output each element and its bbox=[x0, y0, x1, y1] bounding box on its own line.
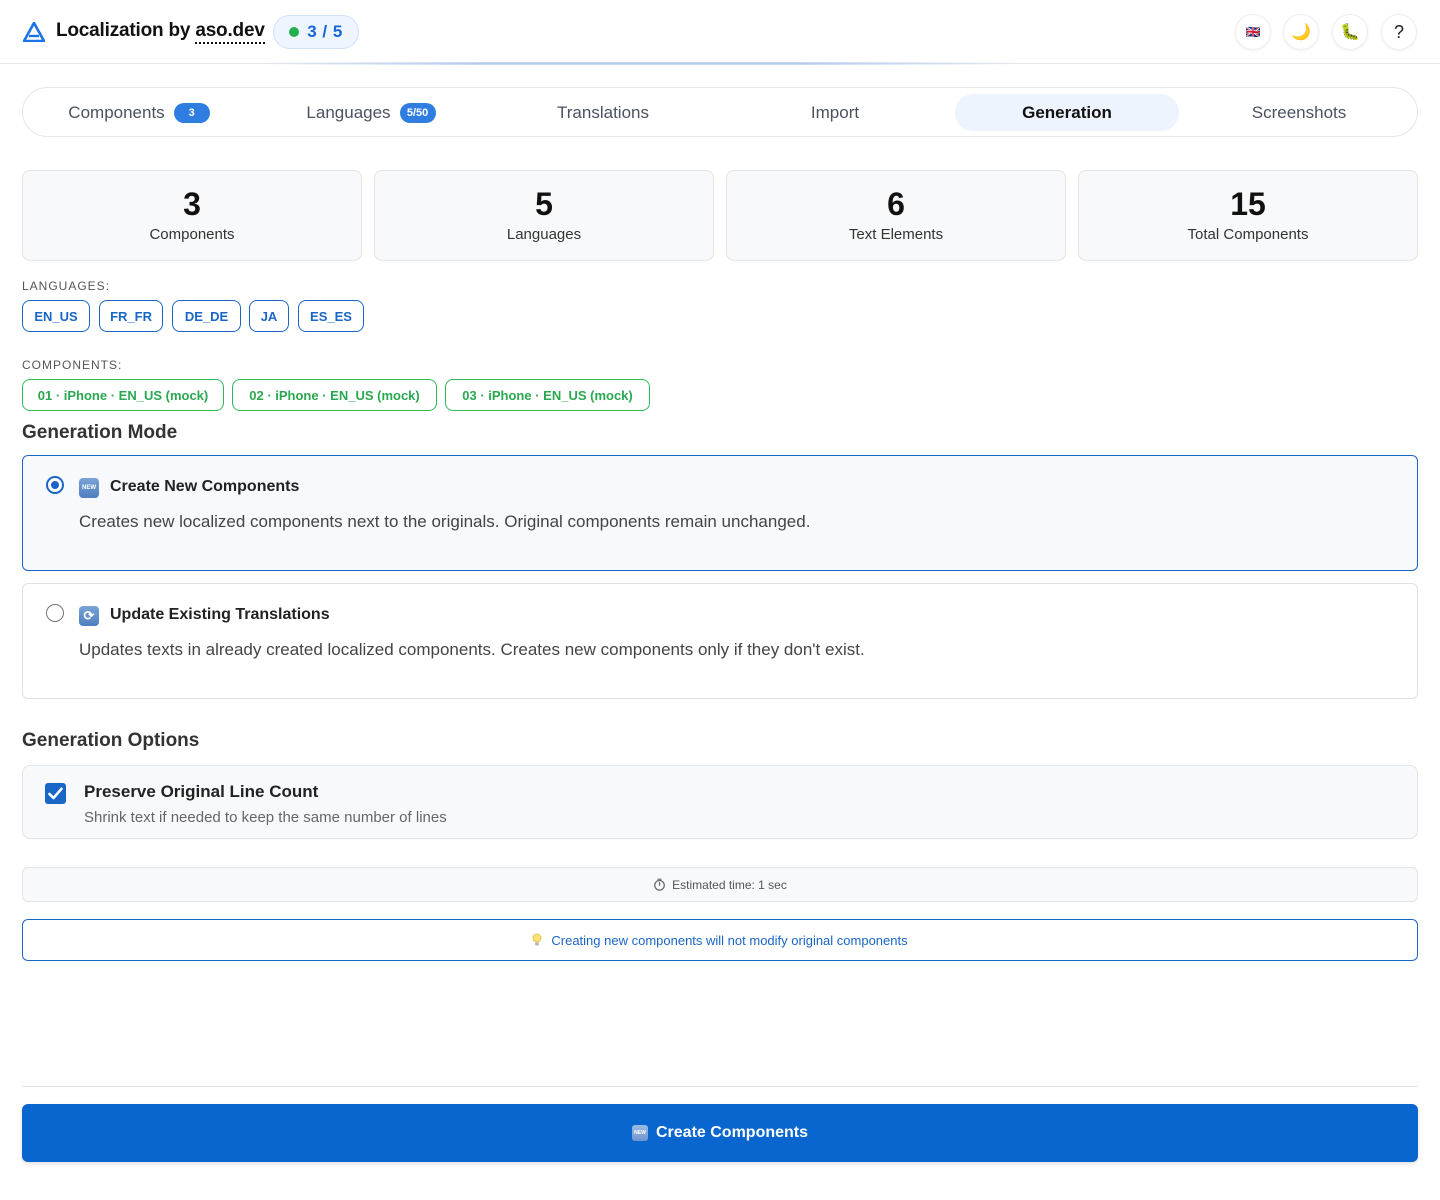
tab-label: Screenshots bbox=[1251, 102, 1347, 122]
preserve-line-count-option: Preserve Original Line Count Shrink text… bbox=[22, 765, 1418, 839]
generation-options-heading: Generation Options bbox=[22, 730, 200, 751]
tab-count-badge: 3 bbox=[173, 102, 210, 123]
new-icon: NEW bbox=[79, 478, 99, 498]
stopwatch-icon bbox=[654, 878, 666, 891]
mode-radio-unselected[interactable] bbox=[46, 604, 64, 622]
stat-value: 3 bbox=[183, 186, 201, 222]
status-dot bbox=[289, 27, 300, 37]
estimated-time-text: Estimated time: 1 sec bbox=[672, 877, 787, 892]
app-logo-icon bbox=[23, 22, 45, 42]
header-accent-line bbox=[260, 62, 1020, 65]
estimated-time-bar: Estimated time: 1 sec bbox=[22, 867, 1418, 902]
component-chip: 02 · iPhone · EN_US (mock) bbox=[232, 379, 437, 411]
stat-value: 6 bbox=[887, 186, 905, 222]
create-components-button[interactable]: NEW Create Components bbox=[22, 1104, 1418, 1162]
stat-card-text-elements: 6 Text Elements bbox=[726, 170, 1066, 261]
mode-option-create-new[interactable]: NEW Create New Components Creates new lo… bbox=[22, 455, 1418, 571]
language-chip: ES_ES bbox=[298, 300, 364, 332]
option-title: Preserve Original Line Count bbox=[84, 782, 319, 801]
status-text: 3 / 5 bbox=[307, 22, 343, 41]
app-title: Localization by aso.dev bbox=[56, 20, 265, 44]
tab-translations[interactable]: Translations bbox=[491, 94, 715, 131]
stat-label: Components bbox=[149, 226, 235, 243]
bug-icon: 🐛 bbox=[1340, 24, 1360, 41]
tab-label: Languages bbox=[306, 102, 391, 122]
language-flag-button[interactable]: 🇬🇧 bbox=[1235, 14, 1271, 50]
option-description: Shrink text if needed to keep the same n… bbox=[84, 809, 447, 826]
language-chip: FR_FR bbox=[99, 300, 163, 332]
stat-label: Text Elements bbox=[848, 226, 944, 243]
stat-card-languages: 5 Languages bbox=[374, 170, 714, 261]
mode-option-description: Updates texts in already created localiz… bbox=[79, 640, 865, 659]
refresh-icon: ⟳ bbox=[79, 606, 99, 626]
mode-radio-selected[interactable] bbox=[46, 476, 64, 494]
info-note: Creating new components will not modify … bbox=[22, 919, 1418, 961]
main-tabs: Components 3 Languages 5/50 Translations… bbox=[22, 87, 1418, 137]
stat-label: Total Components bbox=[1187, 226, 1309, 243]
tab-screenshots[interactable]: Screenshots bbox=[1187, 94, 1411, 131]
components-caption: COMPONENTS: bbox=[22, 358, 123, 372]
app-brand-link[interactable]: aso.dev bbox=[195, 20, 265, 44]
tab-label: Import bbox=[810, 102, 860, 122]
stat-value: 5 bbox=[535, 186, 553, 222]
stat-label: Languages bbox=[506, 226, 582, 243]
stat-card-total-components: 15 Total Components bbox=[1078, 170, 1418, 261]
language-chip: JA bbox=[249, 300, 289, 332]
tab-generation[interactable]: Generation bbox=[955, 94, 1179, 131]
preserve-line-count-checkbox[interactable] bbox=[45, 783, 66, 804]
bug-report-button[interactable]: 🐛 bbox=[1332, 14, 1368, 50]
tab-languages[interactable]: Languages 5/50 bbox=[259, 94, 483, 131]
component-chip: 03 · iPhone · EN_US (mock) bbox=[445, 379, 650, 411]
tab-label: Components bbox=[68, 102, 165, 122]
flag-uk-icon: 🇬🇧 bbox=[1245, 25, 1261, 39]
create-components-label: Create Components bbox=[655, 1124, 809, 1141]
help-icon: ? bbox=[1393, 21, 1404, 42]
languages-caption: LANGUAGES: bbox=[22, 279, 111, 293]
language-chip: EN_US bbox=[22, 300, 90, 332]
checkmark-icon bbox=[48, 787, 63, 800]
new-icon: NEW bbox=[631, 1125, 648, 1141]
footer-divider bbox=[22, 1086, 1418, 1087]
tab-label: Generation bbox=[1022, 102, 1112, 122]
language-chip: DE_DE bbox=[172, 300, 241, 332]
moon-icon: 🌙 bbox=[1291, 24, 1311, 41]
progress-status-pill: 3 / 5 bbox=[273, 15, 359, 49]
mode-option-update-existing[interactable]: ⟳ Update Existing Translations Updates t… bbox=[22, 583, 1418, 699]
generation-mode-heading: Generation Mode bbox=[22, 422, 178, 443]
mode-option-title: Create New Components bbox=[110, 478, 300, 495]
mode-option-description: Creates new localized components next to… bbox=[79, 512, 811, 531]
tab-label: Translations bbox=[557, 102, 649, 122]
lightbulb-icon bbox=[532, 933, 542, 946]
tab-count-badge: 5/50 bbox=[399, 102, 436, 123]
stat-card-components: 3 Components bbox=[22, 170, 362, 261]
info-note-text: Creating new components will not modify … bbox=[551, 932, 908, 948]
component-chip: 01 · iPhone · EN_US (mock) bbox=[22, 379, 224, 411]
stat-value: 15 bbox=[1230, 186, 1266, 222]
tab-components[interactable]: Components 3 bbox=[27, 94, 251, 131]
tab-import[interactable]: Import bbox=[723, 94, 947, 131]
theme-toggle-button[interactable]: 🌙 bbox=[1283, 14, 1319, 50]
help-button[interactable]: ? bbox=[1381, 14, 1417, 50]
mode-option-title: Update Existing Translations bbox=[110, 606, 330, 623]
